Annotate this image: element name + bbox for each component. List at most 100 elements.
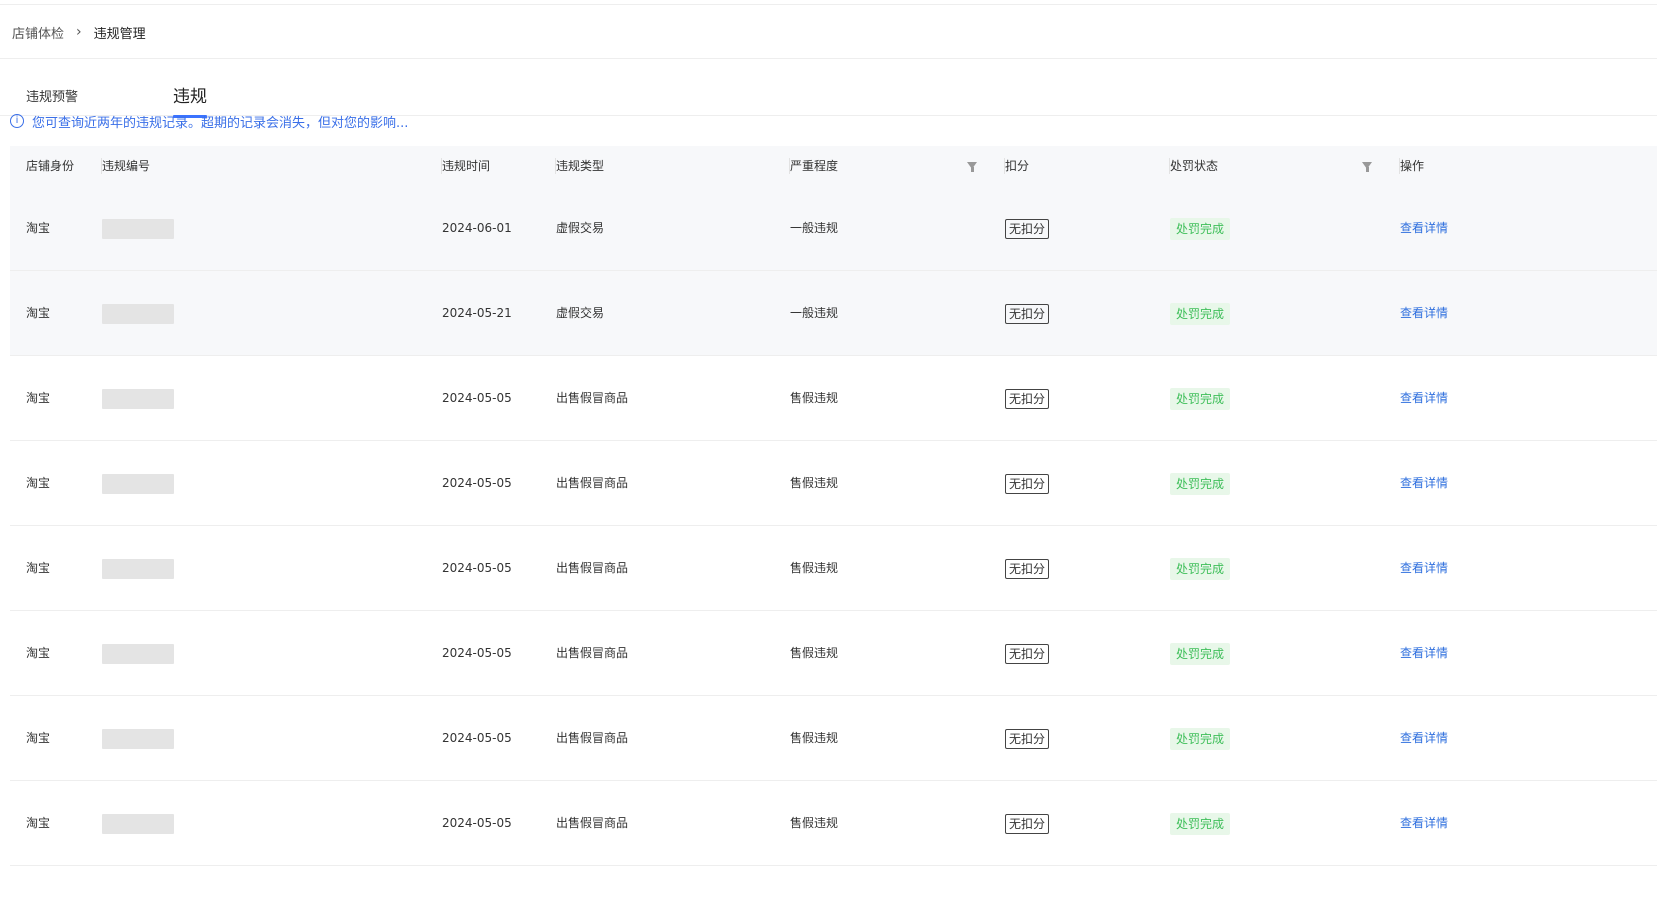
score-cell: 无扣分 <box>1005 781 1050 866</box>
violation-time: 2024-05-05 <box>442 561 512 575</box>
column-divider <box>789 158 790 174</box>
score-tag: 无扣分 <box>1005 218 1050 239</box>
violation-table: 店铺身份 违规编号 违规时间 违规类型 严重程度 扣分 处罚状态 操作 淘宝 2… <box>10 146 1657 866</box>
table-row: 淘宝 2024-05-05 出售假冒商品 售假违规 无扣分 处罚完成 查看详情 <box>10 781 1657 866</box>
score-cell: 无扣分 <box>1005 611 1050 696</box>
column-header-score: 扣分 <box>1004 146 1029 186</box>
status-cell: 处罚完成 <box>1170 186 1231 271</box>
column-divider <box>101 158 102 174</box>
column-header-time-label: 违规时间 <box>442 159 491 173</box>
status-cell: 处罚完成 <box>1170 441 1231 526</box>
table-row: 淘宝 2024-05-05 出售假冒商品 售假违规 无扣分 处罚完成 查看详情 <box>10 611 1657 696</box>
score-cell: 无扣分 <box>1005 441 1050 526</box>
score-tag: 无扣分 <box>1005 473 1050 494</box>
shop-identity: 淘宝 <box>26 476 51 490</box>
score-tag: 无扣分 <box>1005 813 1050 834</box>
violation-id-masked <box>102 356 174 441</box>
top-border <box>0 0 1657 5</box>
status-badge: 处罚完成 <box>1170 812 1231 835</box>
breadcrumb-root[interactable]: 店铺体检 <box>12 23 64 42</box>
violation-severity: 售假违规 <box>790 476 839 490</box>
op-cell: 查看详情 <box>1400 781 1448 866</box>
score-tag: 无扣分 <box>1005 643 1050 664</box>
violation-severity: 售假违规 <box>790 731 839 745</box>
tab-violation-warning[interactable]: 违规预警 <box>26 86 78 105</box>
notice-bar: i 您可查询近两年的违规记录。超期的记录会消失，但对您的影响... <box>10 110 408 132</box>
shop-identity: 淘宝 <box>26 646 51 660</box>
violation-severity: 售假违规 <box>790 816 839 830</box>
score-cell: 无扣分 <box>1005 696 1050 781</box>
violation-type: 出售假冒商品 <box>556 646 629 660</box>
view-detail-link[interactable]: 查看详情 <box>1400 646 1448 660</box>
shop-identity: 淘宝 <box>26 391 51 405</box>
score-tag: 无扣分 <box>1005 388 1050 409</box>
violation-type: 出售假冒商品 <box>556 476 629 490</box>
shop-identity: 淘宝 <box>26 221 51 235</box>
violation-time: 2024-05-05 <box>442 391 512 405</box>
score-tag: 无扣分 <box>1005 303 1050 324</box>
column-divider <box>1004 158 1005 174</box>
column-header-op: 操作 <box>1399 146 1424 186</box>
column-header-type-label: 违规类型 <box>556 159 605 173</box>
score-cell: 无扣分 <box>1005 356 1050 441</box>
violation-time: 2024-05-05 <box>442 816 512 830</box>
violation-time: 2024-05-05 <box>442 476 512 490</box>
column-header-time: 违规时间 <box>441 146 491 186</box>
violation-severity: 一般违规 <box>790 221 839 235</box>
status-badge: 处罚完成 <box>1170 557 1231 580</box>
violation-type: 出售假冒商品 <box>556 731 629 745</box>
redacted-block <box>102 473 174 494</box>
score-tag: 无扣分 <box>1005 728 1050 749</box>
view-detail-link[interactable]: 查看详情 <box>1400 561 1448 575</box>
view-detail-link[interactable]: 查看详情 <box>1400 391 1448 405</box>
column-divider <box>1399 158 1400 174</box>
shop-identity: 淘宝 <box>26 306 51 320</box>
header-divider <box>0 58 1657 59</box>
status-badge: 处罚完成 <box>1170 642 1231 665</box>
column-header-type: 违规类型 <box>555 146 605 186</box>
violation-time: 2024-05-05 <box>442 646 512 660</box>
violation-type: 出售假冒商品 <box>556 391 629 405</box>
score-tag: 无扣分 <box>1005 558 1050 579</box>
redacted-block <box>102 558 174 579</box>
column-header-severity-label: 严重程度 <box>790 159 839 173</box>
table-row: 淘宝 2024-06-01 虚假交易 一般违规 无扣分 处罚完成 查看详情 <box>10 186 1657 271</box>
status-badge: 处罚完成 <box>1170 387 1231 410</box>
op-cell: 查看详情 <box>1400 526 1448 611</box>
redacted-block <box>102 218 174 239</box>
view-detail-link[interactable]: 查看详情 <box>1400 476 1448 490</box>
violation-id-masked <box>102 696 174 781</box>
status-cell: 处罚完成 <box>1170 271 1231 356</box>
violation-time: 2024-05-21 <box>442 306 512 320</box>
column-header-id: 违规编号 <box>101 146 150 186</box>
filter-icon[interactable] <box>1362 162 1372 172</box>
breadcrumb-current: 违规管理 <box>93 26 146 42</box>
violation-id-masked <box>102 611 174 696</box>
view-detail-link[interactable]: 查看详情 <box>1400 731 1448 745</box>
op-cell: 查看详情 <box>1400 186 1448 271</box>
violation-time: 2024-06-01 <box>442 221 512 235</box>
violation-severity: 售假违规 <box>790 561 839 575</box>
violation-type: 出售假冒商品 <box>556 816 629 830</box>
violation-id-masked <box>102 271 174 356</box>
op-cell: 查看详情 <box>1400 271 1448 356</box>
status-cell: 处罚完成 <box>1170 356 1231 441</box>
chevron-right-icon: › <box>76 24 82 40</box>
table-row: 淘宝 2024-05-05 出售假冒商品 售假违规 无扣分 处罚完成 查看详情 <box>10 441 1657 526</box>
table-row: 淘宝 2024-05-05 出售假冒商品 售假违规 无扣分 处罚完成 查看详情 <box>10 696 1657 781</box>
view-detail-link[interactable]: 查看详情 <box>1400 306 1448 320</box>
table-body: 淘宝 2024-06-01 虚假交易 一般违规 无扣分 处罚完成 查看详情 淘宝… <box>10 186 1657 866</box>
score-cell: 无扣分 <box>1005 526 1050 611</box>
status-badge: 处罚完成 <box>1170 302 1231 325</box>
tab-violation[interactable]: 违规 <box>173 82 207 118</box>
filter-icon[interactable] <box>967 162 977 172</box>
notice-text: 您可查询近两年的违规记录。超期的记录会消失，但对您的影响... <box>32 115 409 131</box>
view-detail-link[interactable]: 查看详情 <box>1400 816 1448 830</box>
redacted-block <box>102 813 174 834</box>
breadcrumb: 店铺体检 › 违规管理 <box>12 22 146 42</box>
column-divider <box>1169 158 1170 174</box>
view-detail-link[interactable]: 查看详情 <box>1400 221 1448 235</box>
column-header-status-label: 处罚状态 <box>1170 159 1219 173</box>
table-header: 店铺身份 违规编号 违规时间 违规类型 严重程度 扣分 处罚状态 操作 <box>10 146 1657 186</box>
redacted-block <box>102 388 174 409</box>
